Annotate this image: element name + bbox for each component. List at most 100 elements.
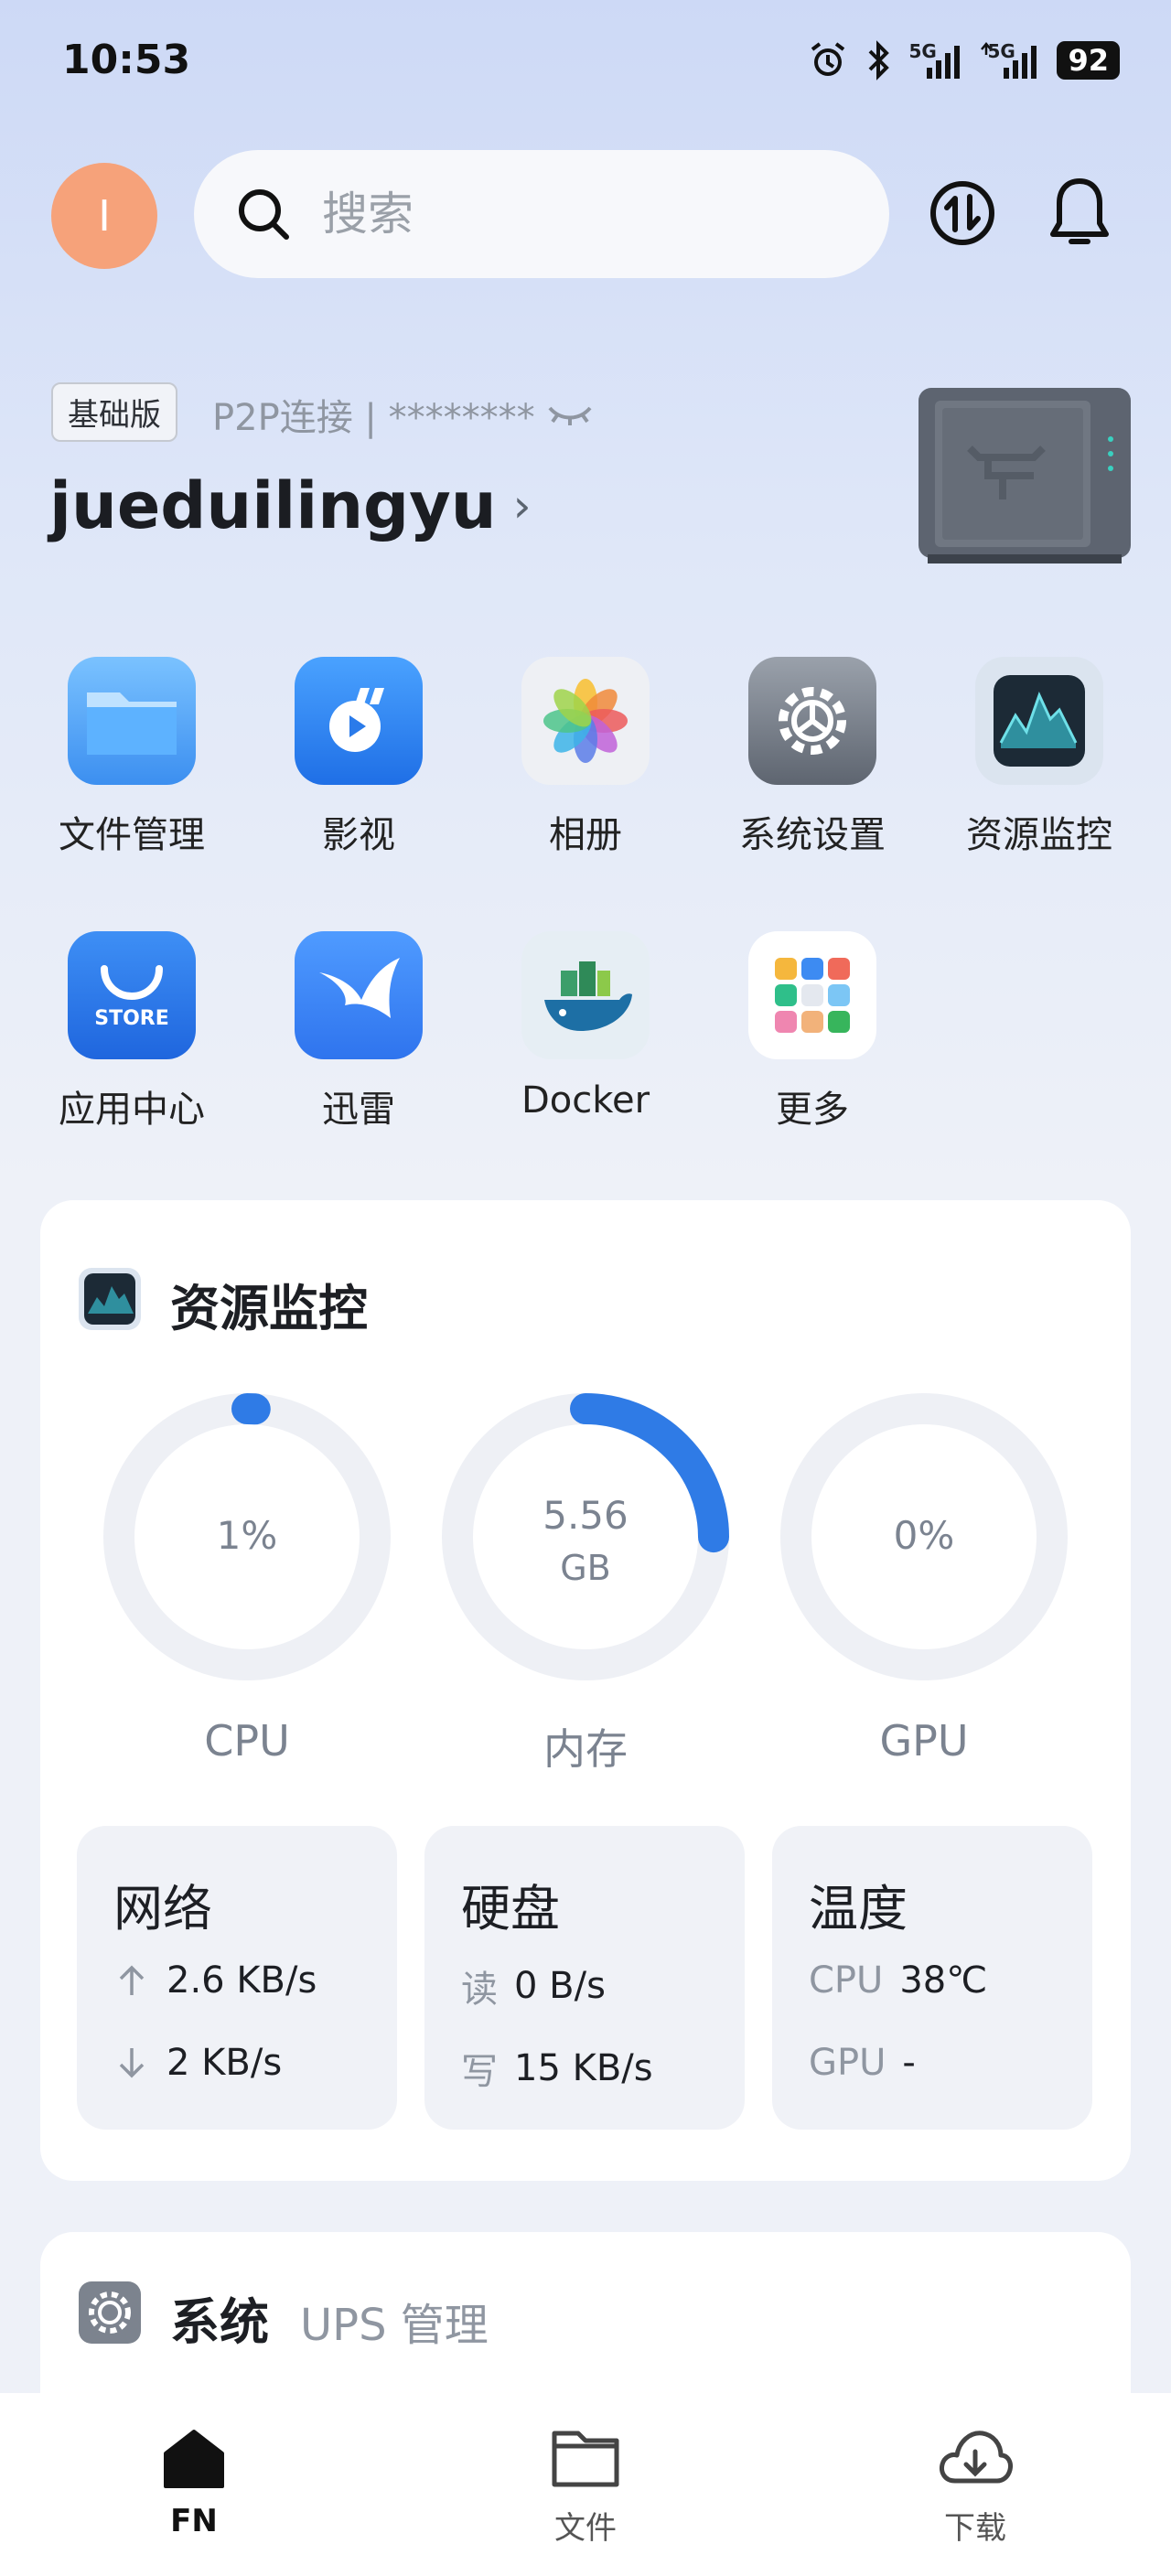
gauge-value: 0%: [893, 1513, 955, 1558]
cpu-gauge[interactable]: 1%: [101, 1390, 393, 1683]
gauge-label: 内存: [543, 1724, 628, 1774]
cpu-temperature: CPU 38℃: [809, 1959, 987, 2002]
cloud-download-icon: [940, 2431, 1013, 2484]
transfer-icon: [930, 181, 994, 245]
settings-icon: [79, 2281, 141, 2344]
monitor-icon: [975, 657, 1103, 785]
connection-status: P2P连接 | ********: [212, 388, 594, 441]
notification-button[interactable]: [1043, 172, 1116, 254]
gauge-label: CPU: [204, 1716, 290, 1766]
nav-label: FN: [170, 2503, 218, 2539]
signal-icon: 5G: [980, 40, 1040, 80]
device-name-link[interactable]: jueduilingyu ›: [49, 468, 532, 543]
folder-outline-icon: [552, 2431, 619, 2487]
app-label: Docker: [521, 1079, 650, 1122]
chevron-right-icon: ›: [512, 479, 532, 532]
read-label: 读: [461, 1969, 498, 2011]
gpu-gauge[interactable]: 0%: [778, 1390, 1070, 1683]
avatar[interactable]: I: [51, 163, 157, 269]
store-icon-text: STORE: [94, 1006, 169, 1030]
transfer-button[interactable]: [926, 172, 999, 254]
nav-item-download[interactable]: 下载: [884, 2426, 1067, 2548]
signal-icon: 5G: [908, 40, 963, 80]
gpu-temp-value: -: [902, 2042, 916, 2084]
app-file-manager[interactable]: 文件管理: [31, 657, 232, 858]
nav-label: 文件: [554, 2510, 617, 2547]
upload-speed: 2.6 KB/s: [167, 1959, 317, 2002]
folder-icon: [68, 657, 196, 785]
gauge-label: GPU: [879, 1716, 969, 1766]
gpu-temp-label: GPU: [809, 2042, 886, 2084]
status-time: 10:53: [62, 37, 191, 83]
alarm-icon: [808, 40, 848, 80]
bluetooth-icon: [865, 40, 892, 80]
resource-monitor-card[interactable]: 资源监控 1% CPU 5.56 GB 内存 0% GPU 网络 2.6 KB/…: [40, 1200, 1131, 2181]
edition-badge: 基础版: [51, 382, 177, 442]
write-speed: 15 KB/s: [514, 2047, 653, 2089]
stat-title: 温度: [809, 1880, 908, 1937]
cpu-temp-label: CPU: [809, 1959, 884, 2002]
more-icon: [748, 931, 876, 1059]
app-docker[interactable]: Docker: [485, 931, 686, 1122]
settings-icon: [748, 657, 876, 785]
network-upload: 2.6 KB/s: [113, 1959, 317, 2002]
arrow-down-icon: [119, 2048, 145, 2078]
store-icon: STORE: [68, 931, 196, 1059]
gauge-value: 1%: [216, 1513, 278, 1558]
gauge-unit: GB: [560, 1548, 611, 1588]
app-more[interactable]: 更多: [712, 931, 913, 1132]
card-title: 资源监控: [170, 1280, 368, 1337]
stat-title: 硬盘: [461, 1880, 560, 1937]
app-label: 系统设置: [739, 814, 886, 856]
download-speed: 2 KB/s: [167, 2042, 283, 2084]
disk-write: 写 15 KB/s: [461, 2042, 653, 2095]
card-title: 系统: [170, 2293, 269, 2351]
eye-closed-icon[interactable]: [546, 401, 594, 428]
nav-item-fn[interactable]: FN: [102, 2426, 285, 2539]
app-settings[interactable]: 系统设置: [712, 657, 913, 858]
app-label: 文件管理: [59, 814, 205, 856]
network-label: 5G: [908, 40, 937, 62]
thunder-icon: [295, 931, 423, 1059]
cpu-temp-value: 38℃: [899, 1959, 988, 2002]
app-thunder[interactable]: 迅雷: [258, 931, 459, 1132]
app-label: 迅雷: [322, 1089, 395, 1131]
stat-title: 网络: [113, 1880, 212, 1937]
photos-icon: [521, 657, 650, 785]
temperature-stats[interactable]: 温度 CPU 38℃ GPU -: [772, 1826, 1092, 2130]
app-video[interactable]: 影视: [258, 657, 459, 858]
status-icons: 5G 5G 92: [808, 40, 1120, 80]
docker-icon: [521, 931, 650, 1059]
app-resource-monitor[interactable]: 资源监控: [939, 657, 1140, 858]
network-download: 2 KB/s: [113, 2042, 282, 2084]
app-photos[interactable]: 相册: [485, 657, 686, 858]
app-store[interactable]: STORE 应用中心: [31, 931, 232, 1132]
network-stats[interactable]: 网络 2.6 KB/s 2 KB/s: [77, 1826, 397, 2130]
write-label: 写: [461, 2051, 498, 2093]
arrow-up-icon: [119, 1965, 145, 1995]
bell-icon: [1050, 178, 1109, 244]
gpu-temperature: GPU -: [809, 2042, 916, 2084]
connection-text: P2P连接 | ********: [212, 397, 535, 439]
nav-label: 下载: [944, 2510, 1006, 2547]
app-label: 影视: [322, 814, 395, 856]
app-label: 相册: [549, 814, 622, 856]
search-bar[interactable]: [194, 150, 889, 278]
network-label: 5G: [987, 40, 1015, 62]
nav-item-files[interactable]: 文件: [494, 2426, 677, 2548]
search-input[interactable]: [320, 187, 836, 242]
app-label: 更多: [776, 1089, 849, 1131]
disk-read: 读 0 B/s: [461, 1959, 606, 2012]
disk-stats[interactable]: 硬盘 读 0 B/s 写 15 KB/s: [424, 1826, 745, 2130]
app-label: 应用中心: [59, 1089, 205, 1131]
ups-management-link[interactable]: UPS 管理: [300, 2289, 489, 2353]
video-icon: [295, 657, 423, 785]
search-icon: [239, 189, 289, 240]
gauge-value: 5.56: [543, 1493, 628, 1538]
monitor-icon: [79, 1268, 141, 1330]
read-speed: 0 B/s: [514, 1965, 606, 2007]
app-label: 资源监控: [966, 814, 1112, 856]
home-icon: [164, 2430, 224, 2488]
device-name: jueduilingyu: [49, 468, 497, 543]
memory-gauge[interactable]: 5.56 GB: [439, 1390, 732, 1683]
